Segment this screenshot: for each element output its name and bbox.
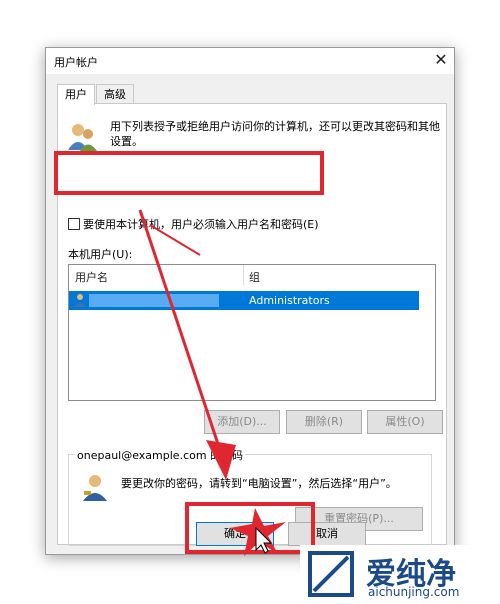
group-title-user: onepaul@example.com <box>77 449 207 462</box>
ok-button-highlight-box <box>185 502 315 554</box>
users-list[interactable]: 用户名 组 Administrators <box>68 264 436 401</box>
column-header-username[interactable]: 用户名 <box>75 269 108 285</box>
username-blurred <box>89 294 219 307</box>
checkbox-highlight-box <box>54 151 324 195</box>
tab-advanced[interactable]: 高级 <box>96 84 134 105</box>
window-title: 用户帐户 <box>54 56 98 69</box>
column-header-group[interactable]: 组 <box>249 269 260 285</box>
remove-button[interactable]: 删除(R) <box>286 410 362 434</box>
checkbox-box[interactable] <box>68 218 80 230</box>
watermark: 爱纯净 aichunjing.com <box>300 545 500 604</box>
watermark-url: aichunjing.com <box>368 585 460 599</box>
password-instruction: 要更改你的密码，请转到“电脑设置”，然后选择“用户”。 <box>121 477 397 490</box>
title-bar: 用户帐户 ✕ <box>46 48 454 74</box>
group-title-suffix: 的密码 <box>210 449 244 462</box>
panel-description: 用下列表授予或拒绝用户访问你的计算机，还可以更改其密码和其他设置。 <box>110 120 440 148</box>
user-icon <box>74 294 86 307</box>
user-group-cell: Administrators <box>249 294 330 307</box>
users-icon <box>68 124 97 151</box>
user-key-icon <box>83 475 107 501</box>
close-icon[interactable]: ✕ <box>431 50 451 70</box>
local-users-label: 本机用户(U): <box>68 248 133 261</box>
watermark-logo-icon <box>308 551 354 597</box>
group-title: onepaul@example.com 的密码 <box>75 447 246 463</box>
user-accounts-dialog: 用户帐户 ✕ 用户 高级 用下列表授予或拒绝用户访问你的计算机，还可以更改其密码… <box>45 47 455 555</box>
checkbox-label: 要使用本计算机，用户必须输入用户名和密码(E) <box>83 218 319 231</box>
require-password-checkbox[interactable]: 要使用本计算机，用户必须输入用户名和密码(E) <box>68 216 319 232</box>
properties-button[interactable]: 属性(O) <box>367 410 443 434</box>
tab-users[interactable]: 用户 <box>57 84 95 105</box>
add-button[interactable]: 添加(D)... <box>204 410 280 434</box>
column-divider <box>243 265 244 285</box>
table-row[interactable]: Administrators <box>69 291 419 310</box>
